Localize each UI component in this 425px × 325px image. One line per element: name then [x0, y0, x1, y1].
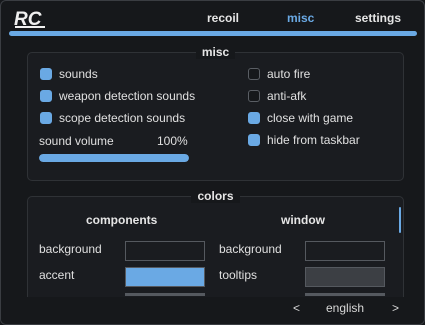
option-weapon-detection-sounds[interactable]: weapon detection sounds — [40, 89, 195, 103]
sound-volume-label: sound volume — [39, 134, 114, 148]
language-prev-button[interactable]: < — [293, 301, 300, 315]
window-background-label: background — [219, 242, 282, 256]
language-label: english — [326, 301, 365, 315]
app-logo: RC — [14, 9, 45, 29]
checkbox[interactable] — [248, 112, 260, 124]
checkbox[interactable] — [40, 112, 52, 124]
checkbox[interactable] — [40, 90, 52, 102]
next-swatch-partial — [305, 293, 385, 296]
checkbox[interactable] — [248, 68, 260, 80]
language-next-button[interactable]: > — [392, 301, 399, 315]
checkbox[interactable] — [248, 90, 260, 102]
misc-section-title: misc — [28, 45, 403, 59]
colors-section-title: colors — [28, 189, 403, 203]
components-heading: components — [86, 213, 158, 227]
checkbox[interactable] — [248, 134, 260, 146]
components-accent-label: accent — [39, 268, 75, 282]
components-background-label: background — [39, 242, 102, 256]
option-close-with-game[interactable]: close with game — [248, 111, 353, 125]
sound-volume-slider[interactable] — [39, 154, 189, 162]
option-anti-afk[interactable]: anti-afk — [248, 89, 306, 103]
window-tooltips-swatch[interactable] — [305, 267, 385, 287]
option-scope-detection-sounds[interactable]: scope detection sounds — [40, 111, 185, 125]
colors-scrollbar[interactable] — [399, 207, 401, 233]
components-background-swatch[interactable] — [125, 241, 205, 261]
tab-misc[interactable]: misc — [287, 11, 314, 25]
window-heading: window — [281, 213, 325, 227]
tab-underline — [9, 31, 417, 36]
option-hide-from-taskbar[interactable]: hide from taskbar — [248, 133, 360, 147]
tab-settings[interactable]: settings — [355, 11, 401, 25]
window-tooltips-label: tooltips — [219, 268, 258, 282]
components-accent-swatch[interactable] — [125, 267, 205, 287]
sound-volume-value: 100% — [157, 134, 188, 148]
tab-recoil[interactable]: recoil — [207, 11, 239, 25]
main-window: RC recoil misc settings misc sounds weap… — [0, 0, 425, 325]
option-auto-fire[interactable]: auto fire — [248, 67, 310, 81]
option-sounds[interactable]: sounds — [40, 67, 98, 81]
next-swatch-partial — [125, 293, 205, 296]
checkbox[interactable] — [40, 68, 52, 80]
window-background-swatch[interactable] — [305, 241, 385, 261]
slider-fill — [39, 154, 189, 162]
